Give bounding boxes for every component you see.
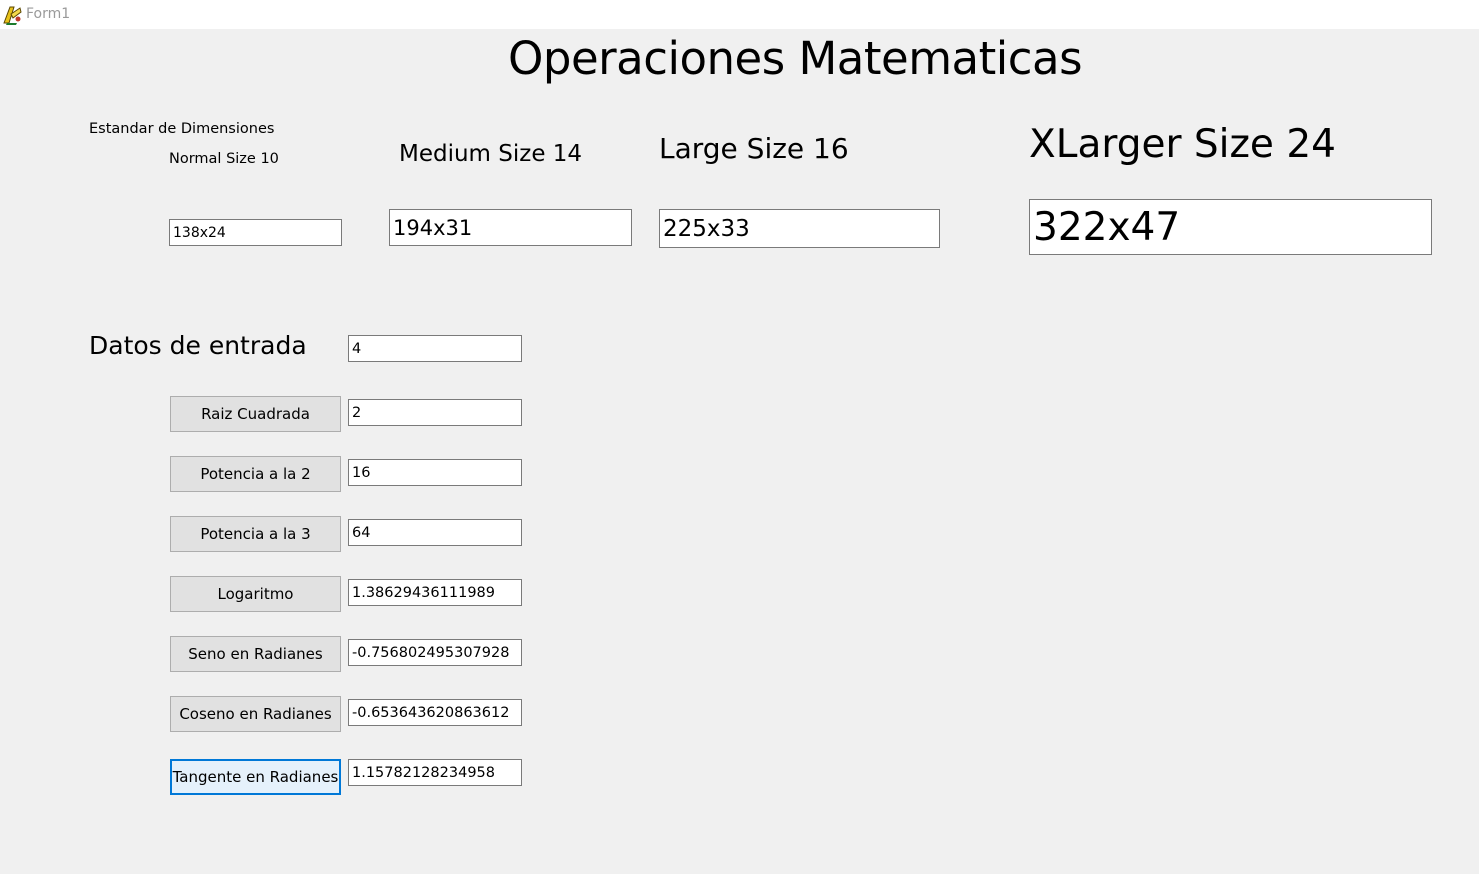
power-2-button[interactable]: Potencia a la 2 xyxy=(170,456,341,492)
normal-size-field[interactable] xyxy=(169,219,342,246)
app-icon xyxy=(3,6,22,25)
input-data-label: Datos de entrada xyxy=(89,331,307,360)
medium-size-label: Medium Size 14 xyxy=(399,141,583,167)
square-root-button[interactable]: Raiz Cuadrada xyxy=(170,396,341,432)
window-title: Form1 xyxy=(26,6,71,22)
tangent-button[interactable]: Tangente en Radianes xyxy=(170,759,341,795)
sine-result-field[interactable] xyxy=(348,639,522,666)
page-heading: Operaciones Matematicas xyxy=(508,32,1083,85)
logarithm-button[interactable]: Logaritmo xyxy=(170,576,341,612)
square-root-result-field[interactable] xyxy=(348,399,522,426)
sine-button[interactable]: Seno en Radianes xyxy=(170,636,341,672)
cosine-button[interactable]: Coseno en Radianes xyxy=(170,696,341,732)
normal-size-label: Normal Size 10 xyxy=(169,151,279,167)
power-3-button[interactable]: Potencia a la 3 xyxy=(170,516,341,552)
medium-size-field[interactable] xyxy=(389,209,632,246)
power-2-result-field[interactable] xyxy=(348,459,522,486)
large-size-field[interactable] xyxy=(659,209,940,248)
large-size-label: Large Size 16 xyxy=(659,132,849,165)
logarithm-result-field[interactable] xyxy=(348,579,522,606)
xlarge-size-field[interactable] xyxy=(1029,199,1432,255)
cosine-result-field[interactable] xyxy=(348,699,522,726)
xlarge-size-label: XLarger Size 24 xyxy=(1029,122,1336,167)
input-data-field[interactable] xyxy=(348,335,522,362)
standard-dimensions-label: Estandar de Dimensiones xyxy=(89,121,275,137)
title-bar: Form1 xyxy=(0,0,1479,29)
power-3-result-field[interactable] xyxy=(348,519,522,546)
tangent-result-field[interactable] xyxy=(348,759,522,786)
